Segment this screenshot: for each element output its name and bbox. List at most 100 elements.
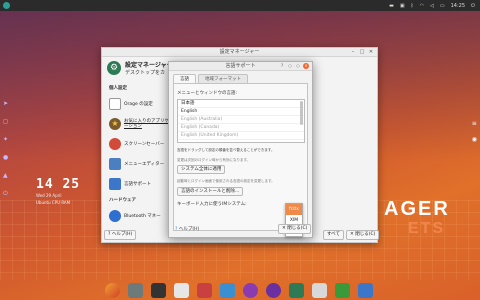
minimize-icon[interactable]: – xyxy=(350,49,356,55)
lock-icon[interactable]: ▲ xyxy=(3,172,8,179)
chat-icon[interactable]: ◻ xyxy=(3,118,8,125)
settings-item-screensaver[interactable]: スクリーンセーバー xyxy=(106,134,171,154)
firefox-icon[interactable] xyxy=(105,282,120,298)
text-editor-icon[interactable] xyxy=(174,282,189,298)
top-panel: ▬ ▣ ᛒ ◠ ◁ ▭ 14:25 ⏻ xyxy=(0,0,480,11)
bluetooth-icon[interactable]: ᛒ xyxy=(411,3,414,9)
clipboard-icon[interactable]: ▣ xyxy=(400,3,405,9)
globe-icon[interactable]: ● xyxy=(3,154,8,161)
language-row[interactable]: English (Australia) xyxy=(178,116,304,124)
settings-item-label: 言語サポート xyxy=(124,181,151,187)
help-circle-icon[interactable]: ? xyxy=(279,63,285,69)
keyboard-icon[interactable]: ▬ xyxy=(389,3,394,9)
header-subtitle: デスクトップをカ xyxy=(125,70,166,76)
image-viewer-icon[interactable] xyxy=(220,282,235,298)
media-player-icon[interactable] xyxy=(243,282,258,298)
language-row[interactable]: English xyxy=(178,108,304,116)
close-button[interactable]: ✕ 閉じる(C) xyxy=(346,230,380,240)
wifi-icon[interactable]: ◠ xyxy=(420,3,424,9)
window-titlebar[interactable]: 設定マネージャー – □ ✕ xyxy=(102,48,377,57)
section-label: メニューとウィンドウの言語: xyxy=(177,91,238,96)
eye-icon[interactable]: ◉ xyxy=(472,136,477,143)
system-tray: ▬ ▣ ᛒ ◠ ◁ ▭ 14:25 ⏻ xyxy=(389,0,475,11)
font-icon[interactable] xyxy=(358,282,373,298)
list-icon[interactable]: ≡ xyxy=(472,120,477,127)
file-manager-icon[interactable] xyxy=(128,282,143,298)
language-row[interactable]: 日本語 xyxy=(178,100,304,108)
desktop-date: Wed 29 April xyxy=(36,193,62,198)
language-icon xyxy=(109,178,121,190)
category-personal: 個人設定 xyxy=(109,86,127,91)
all-settings-button[interactable]: すべて xyxy=(323,230,345,240)
header-title: 設定マネージャー xyxy=(125,62,173,69)
settings-item-label: スクリーンセーバー xyxy=(124,141,165,147)
settings-list: 個人設定 Orage の設定 ★ お気に入りのアプリケーション スクリーンセーバ… xyxy=(106,82,171,226)
settings-item-favorites[interactable]: ★ お気に入りのアプリケーション xyxy=(106,114,171,134)
star-icon: ★ xyxy=(109,118,121,130)
settings-item-menu-editor[interactable]: メニューエディター xyxy=(106,154,171,174)
desktop-clock: 14 25 xyxy=(36,177,81,192)
desktop-wallpaper-word-shadow: ETS xyxy=(408,220,446,237)
settings-icon[interactable]: ✦ xyxy=(3,136,8,143)
dialog-controls: ? ○ ○ ✕ xyxy=(279,63,309,69)
maximize-icon[interactable]: ○ xyxy=(295,63,301,69)
screensaver-icon xyxy=(109,138,121,150)
terminal-icon[interactable] xyxy=(151,282,166,298)
close-icon[interactable]: ✕ xyxy=(368,49,374,55)
dialog-titlebar[interactable]: 言語サポート ? ○ ○ ✕ xyxy=(169,62,312,71)
bluetooth-icon xyxy=(109,210,121,222)
right-edge-icons: ≡ ◉ xyxy=(472,120,477,143)
power-icon[interactable]: ⏻ xyxy=(471,3,475,9)
settings-item-bluetooth[interactable]: Bluetooth マネー xyxy=(106,206,171,226)
install-remove-languages-button[interactable]: 言語のインストールと削除... xyxy=(177,186,244,196)
desktop-sysinfo: Ubuntu CPU RAM xyxy=(36,200,71,205)
minimize-icon[interactable]: ○ xyxy=(287,63,293,69)
window-controls: – □ ✕ xyxy=(350,49,374,55)
settings-item-label: Bluetooth マネー xyxy=(124,213,161,219)
im-option-fcitx[interactable]: fcitx xyxy=(286,204,302,215)
drag-hint-sub: 変更は次回のログイン時から有効になります。 xyxy=(177,157,251,162)
tray-clock[interactable]: 14:25 xyxy=(451,3,465,9)
language-support-dialog: 言語サポート ? ○ ○ ✕ 言語 地域フォーマット メニューとウィンドウの言語… xyxy=(168,61,313,238)
help-icon: ? xyxy=(175,227,178,232)
document-viewer-icon[interactable] xyxy=(197,282,212,298)
settings-item-orage[interactable]: Orage の設定 xyxy=(106,94,171,114)
language-row[interactable]: English (United Kingdom) xyxy=(178,132,304,140)
apply-system-wide-button[interactable]: システム全体に適用 xyxy=(177,165,226,174)
battery-icon[interactable]: ▭ xyxy=(440,3,445,9)
drag-hint: 言語をドラッグして設定の順番を並べ替えることができます。 xyxy=(177,148,275,152)
settings-item-language[interactable]: 言語サポート xyxy=(106,174,171,194)
left-edge-icons: ➤ ◻ ✦ ● ▲ ⏻ xyxy=(3,100,8,198)
login-hint: 起動時とログイン画面で使用される言語の設定を変更します。 xyxy=(177,179,275,183)
menu-logo-icon[interactable] xyxy=(3,2,10,9)
dock xyxy=(105,280,373,300)
maximize-icon[interactable]: □ xyxy=(359,49,365,55)
settings-gear-icon: ⚙ xyxy=(107,61,121,75)
help-icon: ? xyxy=(108,232,111,237)
close-icon[interactable]: ✕ xyxy=(303,63,309,69)
window-title: 設定マネージャー xyxy=(219,49,260,55)
send-icon[interactable]: ➤ xyxy=(3,100,8,107)
calendar-icon xyxy=(109,98,121,110)
settings-item-label: メニューエディター xyxy=(124,161,165,167)
help-button[interactable]: ? ヘルプ(H) xyxy=(104,230,137,240)
settings-dock-icon[interactable] xyxy=(289,282,304,298)
category-hardware: ハードウェア xyxy=(109,198,136,203)
dialog-close-button[interactable]: ✕ 閉じる(C) xyxy=(278,224,312,234)
language-list[interactable]: 日本語 English English (Australia) English … xyxy=(177,99,305,143)
trash-icon[interactable] xyxy=(335,282,350,298)
messaging-icon[interactable] xyxy=(266,282,281,298)
close-icon: ✕ xyxy=(350,232,354,237)
close-icon: ✕ xyxy=(282,226,286,231)
volume-icon[interactable]: ◁ xyxy=(430,3,434,9)
tab-regional-formats[interactable]: 地域フォーマット xyxy=(198,74,248,83)
tab-language[interactable]: 言語 xyxy=(173,74,196,83)
language-row[interactable]: English (Canada) xyxy=(178,124,304,132)
dialog-title: 言語サポート xyxy=(225,63,256,69)
power-icon[interactable]: ⏻ xyxy=(3,190,8,198)
dialog-help-button[interactable]: ? ヘルプ(H) xyxy=(175,226,199,232)
list-scrollbar[interactable] xyxy=(300,101,303,125)
settings-item-label: Orage の設定 xyxy=(124,101,153,107)
settings-item-label: お気に入りのアプリケーション xyxy=(124,119,169,129)
software-icon[interactable] xyxy=(312,282,327,298)
